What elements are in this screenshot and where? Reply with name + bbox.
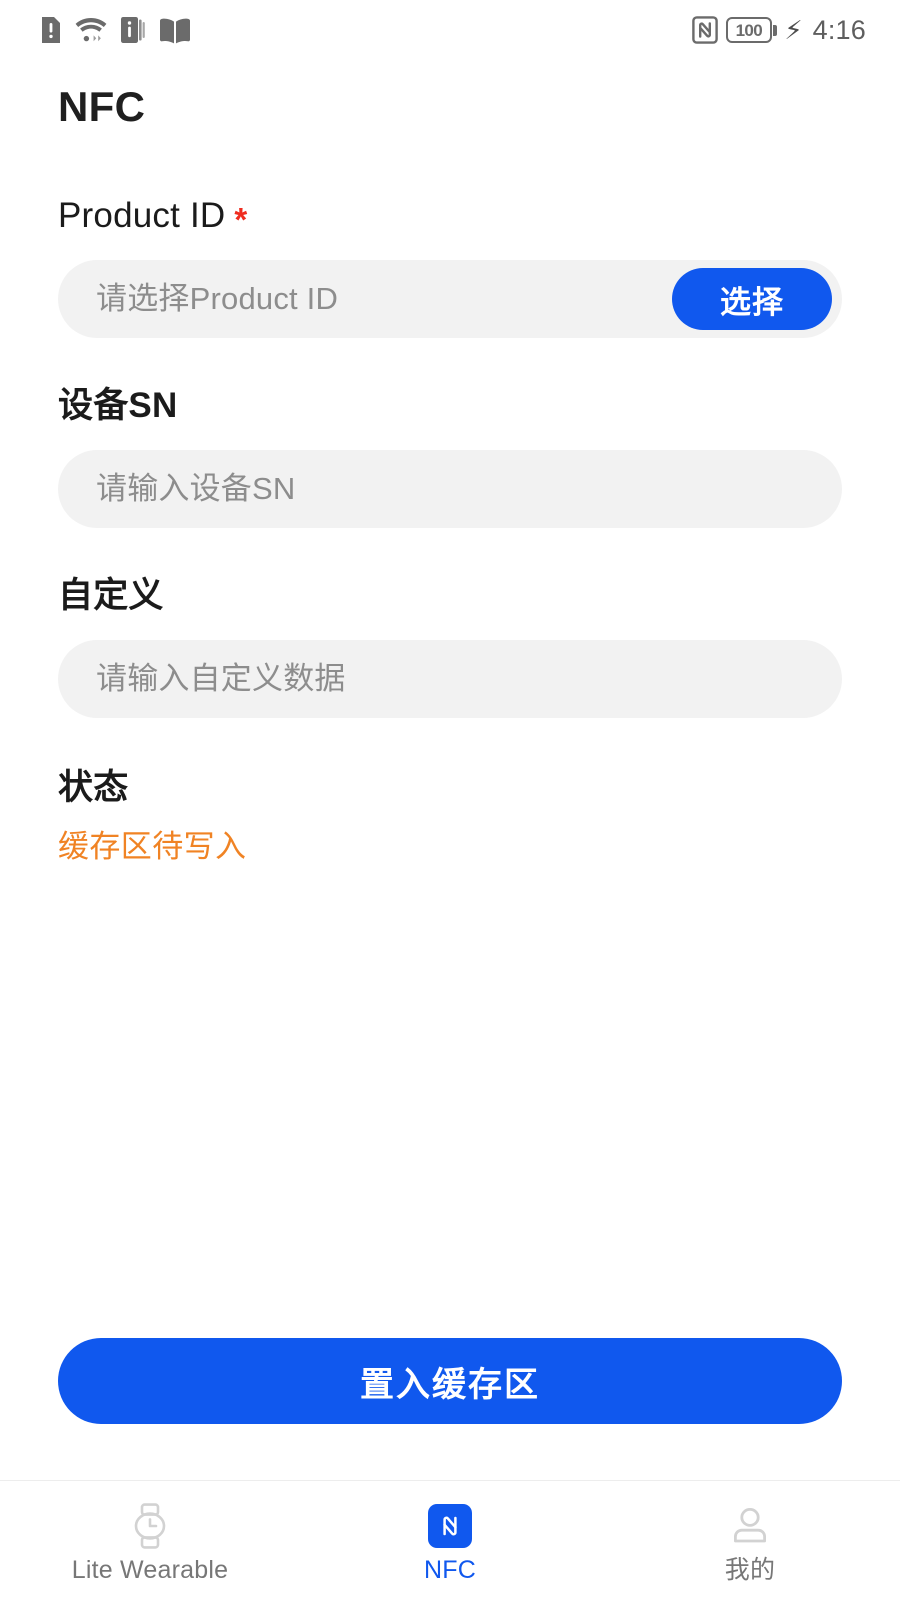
field-device-sn: 设备SN: [58, 338, 842, 528]
battery-tip: [773, 24, 778, 36]
battery-shell: 100: [725, 17, 772, 43]
field-custom-data: 自定义: [58, 528, 842, 718]
select-product-id-button[interactable]: 选择: [672, 268, 832, 331]
device-sn-label: 设备SN: [58, 386, 178, 426]
status-bar-clock: 4:16: [812, 14, 866, 45]
battery-indicator: 100: [725, 17, 778, 43]
tab-lite-wearable[interactable]: Lite Wearable: [0, 1481, 300, 1600]
nfc-badge: [428, 1503, 472, 1548]
product-id-label: Product ID: [58, 196, 226, 236]
write-to-cache-button[interactable]: 置入缓存区: [58, 1338, 842, 1424]
tab-label-lite-wearable: Lite Wearable: [71, 1555, 229, 1584]
tab-profile[interactable]: 我的: [600, 1481, 900, 1600]
product-id-input[interactable]: [96, 260, 672, 339]
custom-data-input-wrap: [58, 639, 842, 718]
form-content: Product ID * 选择 设备SN 自定义 状态 缓存区待写入: [0, 132, 900, 1338]
status-label: 状态: [58, 767, 129, 807]
nfc-icon: [428, 1503, 472, 1549]
status-bar: 100 ⚡ 4:16: [0, 0, 900, 60]
field-product-id: Product ID * 选择: [58, 132, 842, 339]
battery-level-text: 100: [735, 20, 763, 40]
status-bar-right-indicators: 100 ⚡ 4:16: [692, 15, 866, 46]
device-sn-input-wrap: [58, 449, 842, 528]
alert-document-icon: [40, 16, 62, 44]
tab-label-profile: 我的: [724, 1555, 776, 1584]
required-asterisk: *: [234, 201, 248, 239]
custom-data-input[interactable]: [96, 639, 832, 718]
watch-icon: [129, 1502, 171, 1549]
page-header: NFC: [0, 60, 900, 132]
custom-data-label: 自定义: [58, 575, 164, 615]
bottom-tab-bar: Lite Wearable NFC 我的: [0, 1480, 900, 1600]
tab-label-nfc: NFC: [424, 1555, 476, 1584]
app-screen: 100 ⚡ 4:16 NFC Product ID * 选择 设备SN: [0, 0, 900, 1600]
primary-action-zone: 置入缓存区: [0, 1338, 900, 1480]
book-icon: [159, 17, 191, 44]
wifi-icon: [75, 16, 107, 44]
person-icon: [729, 1503, 771, 1549]
info-icon: [120, 16, 146, 44]
device-sn-input[interactable]: [96, 449, 832, 528]
product-id-input-wrap: 选择: [58, 260, 842, 339]
charging-bolt-icon: ⚡: [784, 15, 803, 45]
status-badge: 缓存区待写入: [58, 829, 247, 865]
nfc-icon: [692, 16, 718, 44]
product-id-label-row: Product ID *: [58, 194, 842, 238]
status-bar-left-icons: [40, 16, 191, 44]
field-status: 状态 缓存区待写入: [58, 718, 842, 868]
page-title: NFC: [58, 83, 146, 130]
tab-nfc[interactable]: NFC: [300, 1481, 600, 1600]
